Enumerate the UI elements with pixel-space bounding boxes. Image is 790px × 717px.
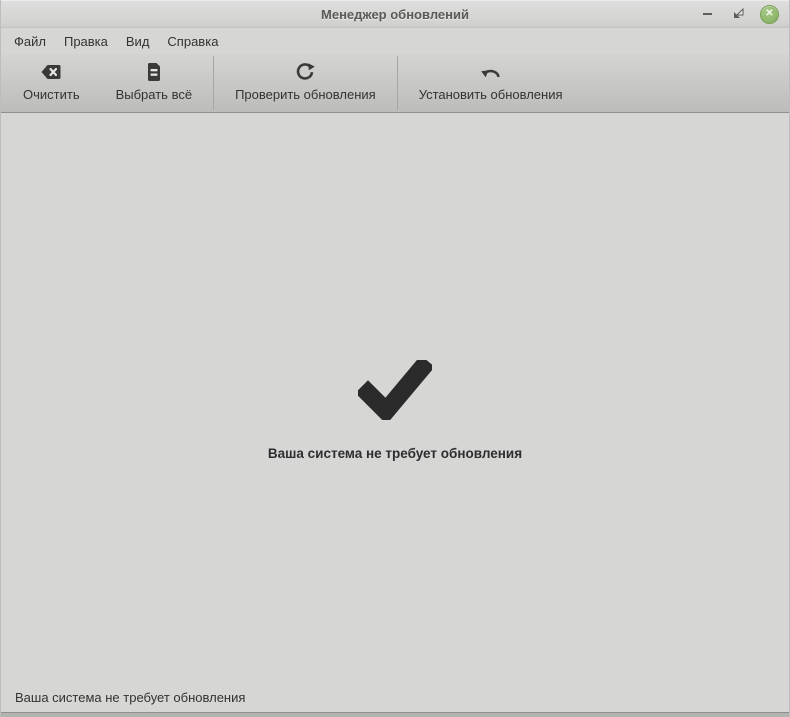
check-updates-button[interactable]: Проверить обновления bbox=[217, 54, 394, 112]
toolbar-separator bbox=[396, 56, 398, 110]
checkmark-icon bbox=[357, 359, 432, 420]
maximize-button[interactable] bbox=[729, 5, 747, 23]
menu-help[interactable]: Справка bbox=[158, 30, 227, 53]
main-message: Ваша система не требует обновления bbox=[267, 445, 523, 461]
up-to-date-status: Ваша система не требует обновления bbox=[267, 359, 523, 461]
titlebar[interactable]: Менеджер обновлений ✕ bbox=[1, 0, 789, 28]
clear-button-label: Очистить bbox=[23, 87, 80, 102]
menu-view[interactable]: Вид bbox=[117, 30, 159, 53]
menubar: Файл Правка Вид Справка bbox=[1, 28, 789, 54]
check-updates-button-label: Проверить обновления bbox=[235, 87, 376, 102]
close-icon: ✕ bbox=[765, 8, 774, 19]
minimize-icon bbox=[702, 13, 712, 15]
window-bottom-edge bbox=[1, 712, 789, 717]
toolbar: Очистить Выбрать всё Проверить обновлени… bbox=[1, 54, 789, 113]
close-button[interactable]: ✕ bbox=[760, 4, 779, 24]
statusbar: Ваша система не требует обновления bbox=[1, 683, 789, 712]
select-all-icon bbox=[146, 62, 162, 82]
select-all-button[interactable]: Выбрать всё bbox=[98, 54, 210, 112]
clear-icon bbox=[40, 62, 62, 82]
menu-edit[interactable]: Правка bbox=[55, 30, 117, 53]
main-area: Ваша система не требует обновления bbox=[1, 113, 789, 683]
install-icon bbox=[480, 62, 501, 82]
select-all-button-label: Выбрать всё bbox=[115, 87, 193, 102]
menu-file[interactable]: Файл bbox=[5, 30, 55, 53]
update-manager-window: Менеджер обновлений ✕ Файл Правка Вид Сп… bbox=[0, 0, 790, 717]
window-title: Менеджер обновлений bbox=[321, 6, 469, 22]
install-updates-button-label: Установить обновления bbox=[418, 87, 563, 102]
statusbar-text: Ваша система не требует обновления bbox=[15, 690, 246, 705]
refresh-icon bbox=[295, 62, 316, 82]
window-controls: ✕ bbox=[698, 1, 779, 27]
clear-button[interactable]: Очистить bbox=[5, 54, 98, 112]
install-updates-button[interactable]: Установить обновления bbox=[401, 54, 581, 112]
toolbar-separator bbox=[213, 56, 215, 110]
minimize-button[interactable] bbox=[698, 5, 716, 23]
maximize-icon bbox=[733, 7, 744, 22]
